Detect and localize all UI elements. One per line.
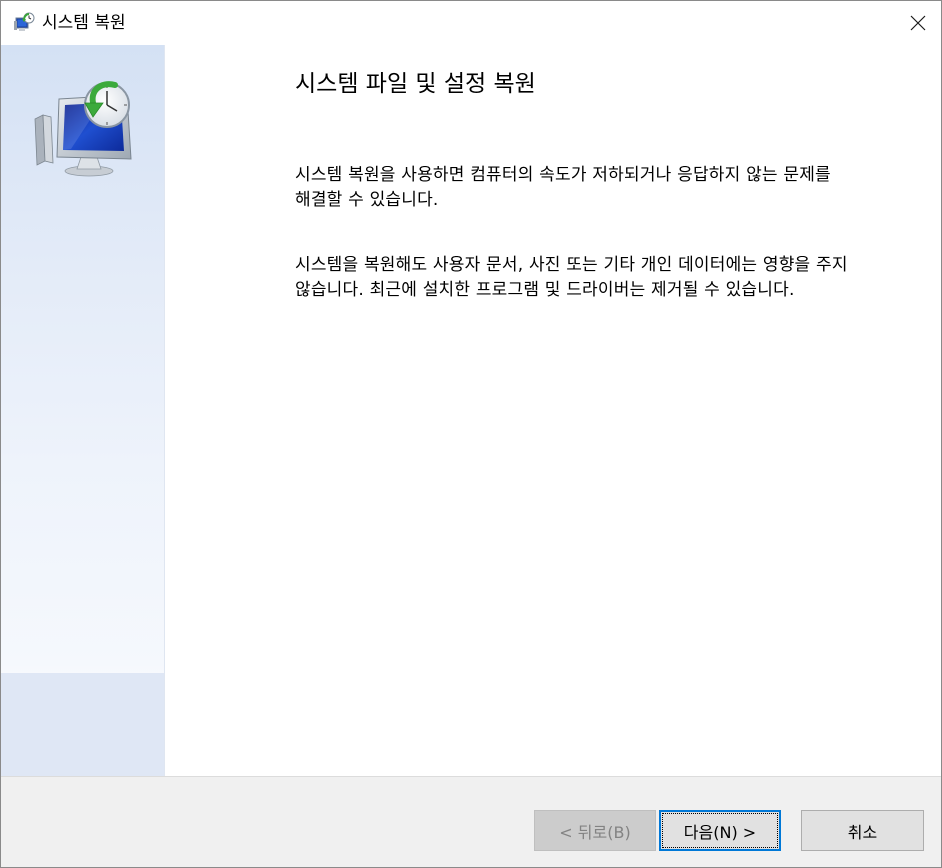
system-restore-window: 시스템 복원 시스템 파일 및 설정 복원 시스템 복원을 사용하면 컴퓨터의 … <box>0 0 942 868</box>
back-button-label: < 뒤로(B) <box>559 822 631 842</box>
cancel-button[interactable]: 취소 <box>801 810 924 851</box>
description-paragraph-2: 시스템을 복원해도 사용자 문서, 사진 또는 기타 개인 데이터에는 영향을 … <box>295 255 848 300</box>
close-icon <box>910 15 926 31</box>
system-restore-illustration-icon <box>31 75 137 181</box>
cancel-button-label: 취소 <box>847 822 878 842</box>
close-button[interactable] <box>895 1 941 45</box>
title-bar[interactable]: 시스템 복원 <box>1 1 941 45</box>
description-paragraph-1: 시스템 복원을 사용하면 컴퓨터의 속도가 저하되거나 응답하지 않는 문제를 … <box>295 165 831 210</box>
back-button[interactable]: < 뒤로(B) <box>534 810 656 851</box>
system-restore-icon <box>13 12 35 34</box>
page-title: 시스템 파일 및 설정 복원 <box>295 71 536 97</box>
sidebar-footer-band <box>1 673 164 776</box>
window-title: 시스템 복원 <box>42 13 126 33</box>
wizard-sidebar <box>1 45 165 776</box>
wizard-content: 시스템 파일 및 설정 복원 시스템 복원을 사용하면 컴퓨터의 속도가 저하되… <box>165 45 941 776</box>
next-button[interactable]: 다음(N) > <box>659 810 781 851</box>
wizard-footer: < 뒤로(B) 다음(N) > 취소 <box>1 776 941 867</box>
next-button-label: 다음(N) > <box>683 822 757 842</box>
